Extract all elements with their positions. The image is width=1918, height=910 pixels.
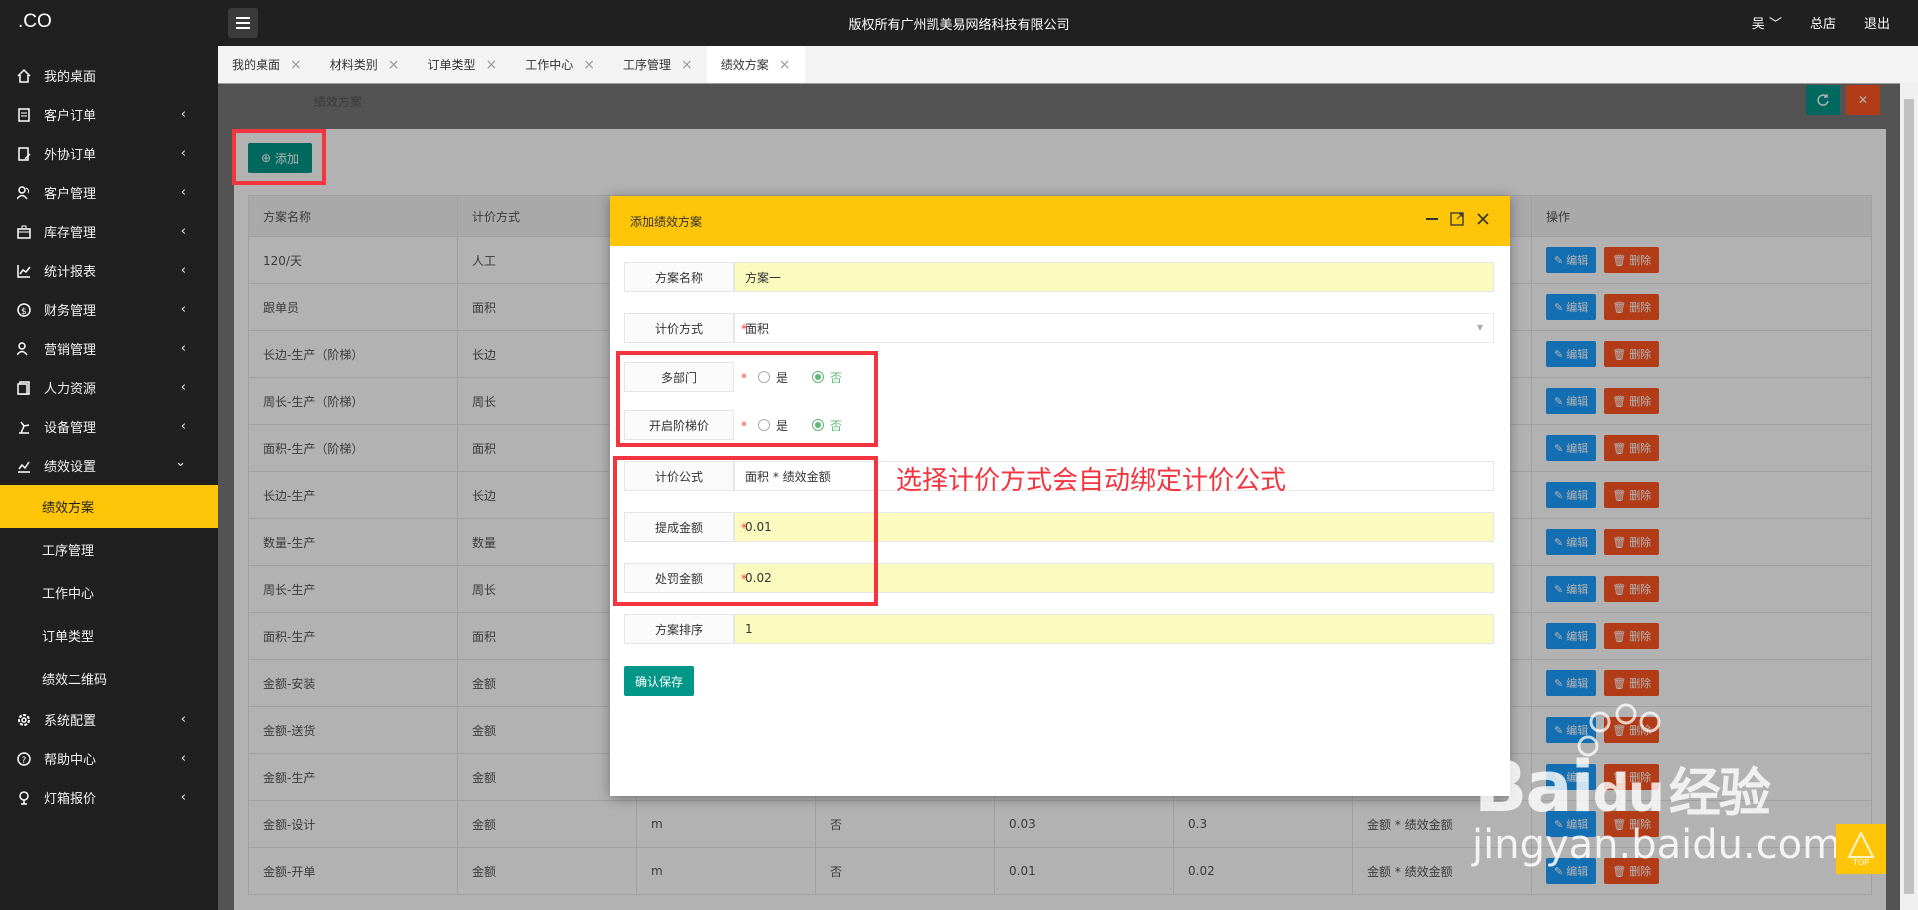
chevron-down-icon: ﹀	[1768, 17, 1782, 32]
close-icon[interactable]: ×	[486, 57, 498, 73]
sidebar-item-outsource-orders[interactable]: 外协订单 ‹	[0, 134, 218, 173]
dialog-header: 添加绩效方案	[610, 196, 1510, 246]
plan-name-label: 方案名称*	[624, 262, 747, 292]
chevron-left-icon: ‹	[180, 341, 186, 356]
tab-material-category[interactable]: 材料类别 ×	[316, 46, 414, 83]
baidu-watermark: Baidu 经验 jingyan.baidu.com	[1460, 700, 1841, 870]
sidebar-item-hr[interactable]: 人力资源 ‹	[0, 368, 218, 407]
scrollbar-thumb[interactable]	[1904, 99, 1914, 894]
tab-process-mgmt[interactable]: 工序管理 ×	[609, 46, 707, 83]
home-icon	[16, 68, 32, 84]
chevron-left-icon: ‹	[180, 380, 186, 395]
user-menu[interactable]: 吴 ﹀	[1752, 13, 1782, 32]
close-icon[interactable]: ×	[779, 57, 791, 73]
sidebar-item-reports[interactable]: 统计报表 ‹	[0, 251, 218, 290]
svg-text:$: $	[21, 307, 27, 317]
annotation-text: 选择计价方式会自动绑定计价公式	[896, 466, 1287, 496]
close-icon[interactable]: ×	[290, 57, 302, 73]
sidebar-item-system-config[interactable]: 系统配置 ‹	[0, 700, 218, 739]
sidebar-item-inventory[interactable]: 库存管理 ‹	[0, 212, 218, 251]
hr-icon	[16, 380, 32, 396]
gear-icon	[16, 712, 32, 728]
sidebar-item-finance[interactable]: $ 财务管理 ‹	[0, 290, 218, 329]
chevron-left-icon: ‹	[180, 107, 186, 122]
sidebar-sub-item-work-center[interactable]: 工作中心	[0, 571, 218, 614]
sidebar-item-desktop[interactable]: 我的桌面	[0, 56, 218, 95]
chevron-left-icon: ‹	[180, 790, 186, 805]
tab-performance-plan[interactable]: 绩效方案 ×	[706, 46, 805, 83]
chevron-left-icon: ‹	[180, 302, 186, 317]
chevron-left-icon: ‹	[180, 751, 186, 766]
pricing-method-label: 计价方式 *	[624, 313, 747, 343]
chevron-down-icon: ⌄	[175, 455, 186, 470]
chevron-left-icon: ‹	[180, 146, 186, 161]
sidebar-sub-item-order-type[interactable]: 订单类型	[0, 614, 218, 657]
marketing-icon	[16, 341, 32, 357]
document-icon	[16, 107, 32, 123]
highlight-box-add	[232, 129, 326, 185]
sidebar-sub-item-performance-plan[interactable]: 绩效方案	[0, 485, 218, 528]
rocket-icon: TOP	[1847, 831, 1875, 867]
edit-document-icon	[16, 146, 32, 162]
lamp-icon	[16, 790, 32, 806]
help-icon: ?	[16, 751, 32, 767]
top-bar: .CO 版权所有广州凯美易网络科技有限公司 吴 ﹀ 总店 退出	[0, 0, 1918, 46]
svg-text:TOP: TOP	[1852, 858, 1869, 867]
equipment-icon	[16, 419, 32, 435]
chart-icon	[16, 263, 32, 279]
sidebar-item-help[interactable]: ? 帮助中心 ‹	[0, 739, 218, 778]
pricing-method-select[interactable]: 面积 ▾	[734, 313, 1494, 343]
copyright-text: 版权所有广州凯美易网络科技有限公司	[848, 18, 1070, 33]
close-icon[interactable]: ×	[681, 57, 693, 73]
highlight-box-formula	[613, 456, 878, 606]
tab-order-type[interactable]: 订单类型 ×	[414, 46, 512, 83]
sidebar-item-equipment[interactable]: 设备管理 ‹	[0, 407, 218, 446]
confirm-save-button[interactable]: 确认保存	[624, 666, 694, 696]
tab-work-center[interactable]: 工作中心 ×	[511, 46, 609, 83]
svg-text:?: ?	[22, 756, 27, 766]
sidebar-item-customer-orders[interactable]: 客户订单 ‹	[0, 95, 218, 134]
highlight-box-radios	[616, 351, 878, 447]
tab-bar: 我的桌面 × 材料类别 × 订单类型 × 工作中心 × 工序管理 × 绩效方案 ×	[218, 46, 1918, 84]
sidebar-item-marketing[interactable]: 营销管理 ‹	[0, 329, 218, 368]
logout-link[interactable]: 退出	[1864, 13, 1890, 32]
finance-icon: $	[16, 302, 32, 318]
page-scrollbar[interactable]	[1900, 83, 1918, 910]
watermark-brand: Baidu 经验	[1474, 746, 1771, 828]
maximize-icon[interactable]	[1450, 212, 1464, 226]
watermark-url: jingyan.baidu.com	[1472, 822, 1842, 868]
chevron-left-icon: ‹	[180, 263, 186, 278]
plan-name-input[interactable]: 方案一	[734, 262, 1494, 292]
sidebar-item-customer-mgmt[interactable]: 客户管理 ‹	[0, 173, 218, 212]
close-icon[interactable]: ×	[583, 57, 595, 73]
box-icon	[16, 224, 32, 240]
sidebar: 我的桌面 客户订单 ‹ 外协订单 ‹ 客户管理 ‹ 库存管理 ‹ 统计报表 ‹ $ 财务管理…	[0, 46, 218, 910]
sidebar-item-performance[interactable]: 绩效设置 ⌄	[0, 446, 218, 485]
performance-icon	[16, 458, 32, 474]
dialog-title: 添加绩效方案	[630, 214, 703, 229]
tab-desktop[interactable]: 我的桌面 ×	[218, 46, 316, 83]
sort-order-input[interactable]: 1	[734, 614, 1494, 644]
minimize-icon[interactable]	[1426, 218, 1438, 220]
chevron-left-icon: ‹	[180, 224, 186, 239]
close-icon[interactable]	[1476, 212, 1490, 226]
chevron-left-icon: ‹	[180, 712, 186, 727]
sidebar-item-lightbox-quote[interactable]: 灯箱报价 ‹	[0, 778, 218, 817]
users-icon	[16, 185, 32, 201]
back-to-top-button[interactable]: TOP	[1836, 824, 1886, 874]
sort-order-label: 方案排序	[624, 614, 734, 644]
close-icon[interactable]: ×	[388, 57, 400, 73]
sidebar-sub-item-process-mgmt[interactable]: 工序管理	[0, 528, 218, 571]
dropdown-arrow-icon: ▾	[1476, 320, 1483, 334]
sidebar-sub-item-qrcode[interactable]: 绩效二维码	[0, 657, 218, 700]
chevron-left-icon: ‹	[180, 419, 186, 434]
branch-link[interactable]: 总店	[1810, 13, 1836, 32]
chevron-left-icon: ‹	[180, 185, 186, 200]
